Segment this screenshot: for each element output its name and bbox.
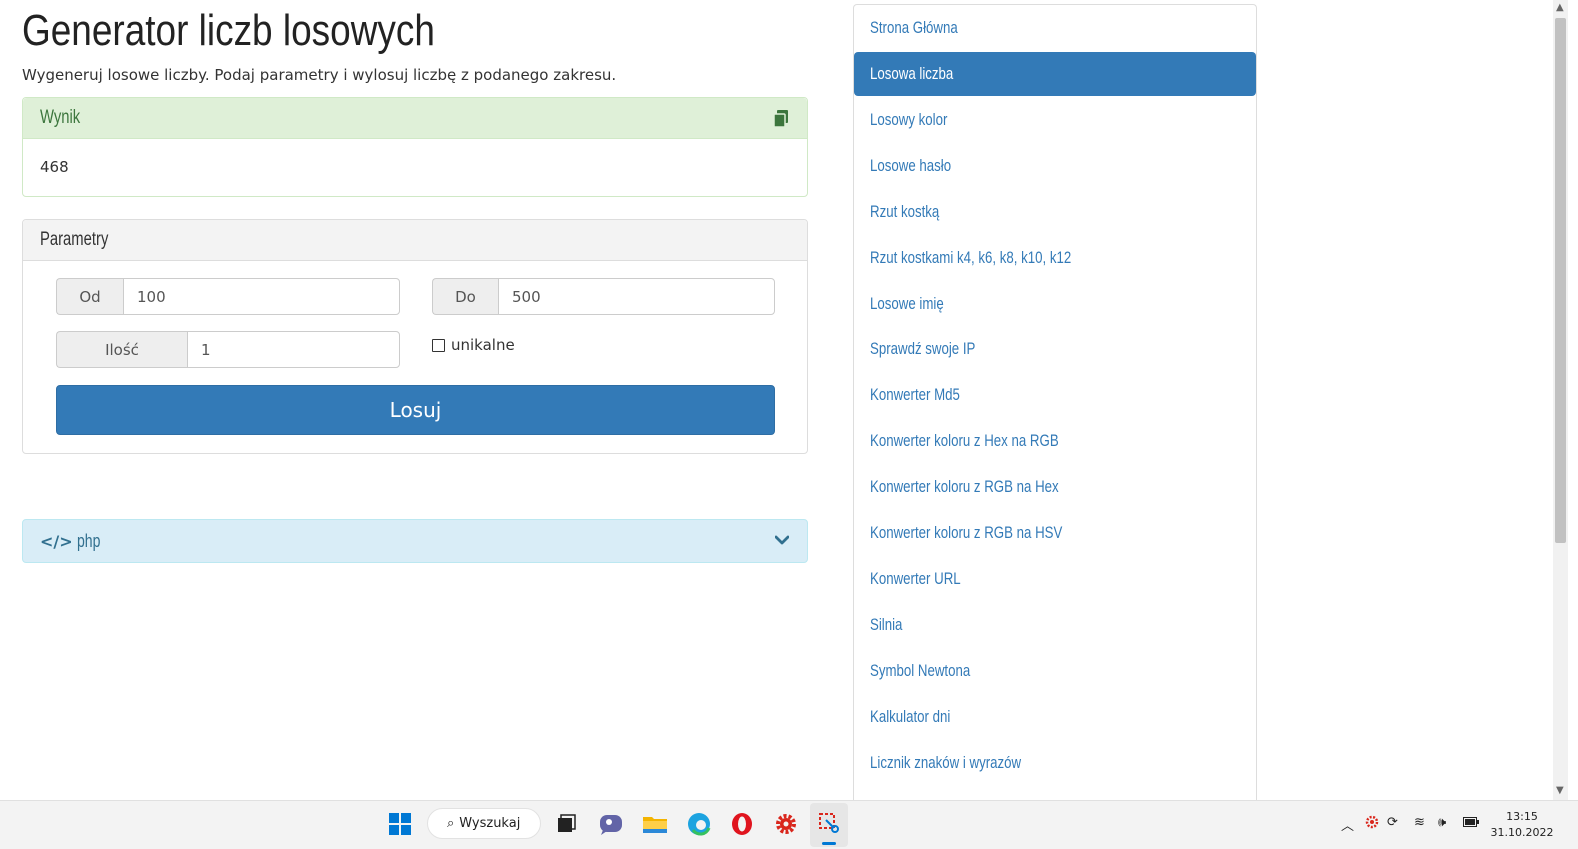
tray-sync-icon[interactable]: ⟳ <box>1387 815 1398 830</box>
task-view-icon[interactable] <box>552 810 580 838</box>
to-input-group: Do 500 <box>432 278 775 315</box>
clock-time: 13:15 <box>1506 810 1538 823</box>
from-input-group: Od 100 <box>56 278 400 315</box>
from-input[interactable]: 100 <box>123 278 400 315</box>
taskbar-clock[interactable]: 13:15 31.10.2022 <box>1490 809 1554 841</box>
tray-gear-icon[interactable] <box>1364 814 1380 830</box>
volume-icon[interactable]: 🕪 <box>1438 815 1446 830</box>
chat-icon[interactable] <box>597 810 625 838</box>
sidebar-nav-item-label: Konwerter koloru z RGB na HSV <box>870 523 1063 542</box>
snipping-tool-tile[interactable] <box>810 803 848 847</box>
sidebar-nav-item-label: Losowe imię <box>870 294 944 313</box>
sidebar-nav-item[interactable]: Konwerter koloru z RGB na Hex <box>854 465 1256 509</box>
sidebar-nav-item-label: Konwerter Md5 <box>870 385 960 404</box>
unique-checkbox[interactable] <box>432 338 445 352</box>
taskbar-search[interactable]: ⌕ Wyszukaj <box>427 808 541 839</box>
sidebar-nav-item-label: Losowy kolor <box>870 110 948 129</box>
sidebar-nav-item-label: Kalkulator dni <box>870 707 951 726</box>
page-subtitle: Wygeneruj losowe liczby. Podaj parametry… <box>22 66 617 84</box>
result-panel-heading: Wynik <box>23 98 807 139</box>
edge-icon[interactable] <box>685 810 713 838</box>
sidebar-nav-item[interactable]: Losowa liczba <box>854 52 1256 96</box>
scroll-down-arrow-icon[interactable]: ▼ <box>1556 785 1564 796</box>
parameters-panel-heading: Parametry <box>23 220 807 261</box>
settings-gear-icon[interactable] <box>772 810 800 838</box>
sidebar-nav-item[interactable]: Konwerter URL <box>854 557 1256 601</box>
sidebar-nav-item-label: Rzut kostką <box>870 202 940 221</box>
sidebar-nav-item[interactable]: Silnia <box>854 603 1256 647</box>
windows-start-icon[interactable] <box>386 810 414 838</box>
page-title: Generator liczb losowych <box>22 6 435 55</box>
taskbar-search-label: Wyszukaj <box>459 816 521 831</box>
draw-button[interactable]: Losuj <box>56 385 775 435</box>
sidebar-nav-item[interactable]: Licznik znaków i wyrazów <box>854 741 1256 785</box>
count-label: Ilość <box>56 331 187 368</box>
sidebar-nav-item-label: Strona Główna <box>870 18 958 37</box>
sidebar-nav-item[interactable]: Losowy kolor <box>854 98 1256 142</box>
result-value: 468 <box>40 158 69 176</box>
sidebar-nav-item-label: Rzut kostkami k4, k6, k8, k10, k12 <box>870 248 1072 267</box>
battery-icon[interactable] <box>1463 817 1479 827</box>
snipping-tool-icon <box>819 813 839 833</box>
code-icon: </> <box>40 531 73 551</box>
sidebar-nav-item[interactable]: Kalkulator dni <box>854 695 1256 739</box>
wifi-icon[interactable]: ≋ <box>1414 815 1425 830</box>
page-scrollbar[interactable]: ▲ ▼ <box>1553 0 1568 800</box>
sidebar-nav-item[interactable]: Konwerter koloru z Hex na RGB <box>854 419 1256 463</box>
sidebar-nav-item[interactable]: Losowe hasło <box>854 144 1256 188</box>
sidebar-nav-item[interactable]: Konwerter koloru z RGB na HSV <box>854 511 1256 555</box>
sidebar-nav-item-label: Losowa liczba <box>870 64 954 83</box>
unique-checkbox-label[interactable]: unikalne <box>432 336 515 354</box>
copy-icon[interactable] <box>773 110 789 128</box>
sidebar-nav-item[interactable]: Strona Główna <box>854 6 1256 50</box>
sidebar-nav-item[interactable]: Rzut kostkami k4, k6, k8, k10, k12 <box>854 236 1256 280</box>
sidebar-nav-item-label: Konwerter koloru z Hex na RGB <box>870 431 1059 450</box>
sidebar-nav-item-label: Licznik znaków i wyrazów <box>870 753 1022 772</box>
sidebar-nav-item-label: Konwerter koloru z RGB na Hex <box>870 477 1059 496</box>
from-label: Od <box>56 278 123 315</box>
sidebar-nav: Strona Główna Losowa liczba Losowy kolor Lo… <box>853 4 1257 804</box>
result-heading-label: Wynik <box>40 107 81 128</box>
sidebar-nav-item-label: Symbol Newtona <box>870 661 971 680</box>
sidebar-nav-item-label: Konwerter URL <box>870 569 961 588</box>
sidebar-nav-item-label: Silnia <box>870 615 903 634</box>
result-panel: Wynik 468 <box>22 97 808 197</box>
sidebar-nav-item[interactable]: Losowe imię <box>854 282 1256 326</box>
count-input-group: Ilość 1 <box>56 331 400 368</box>
parameters-heading-label: Parametry <box>40 229 109 250</box>
scrollbar-thumb[interactable] <box>1555 18 1566 543</box>
sidebar-nav-item[interactable]: Sprawdź swoje IP <box>854 327 1256 371</box>
to-input[interactable]: 500 <box>498 278 775 315</box>
scroll-up-arrow-icon[interactable]: ▲ <box>1556 2 1564 13</box>
chevron-down-icon[interactable] <box>775 533 789 547</box>
php-panel-label: php <box>76 530 101 551</box>
sidebar-nav-item[interactable]: Symbol Newtona <box>854 649 1256 693</box>
search-icon: ⌕ <box>447 816 455 831</box>
sidebar-nav-item[interactable]: Rzut kostką <box>854 190 1256 234</box>
windows-taskbar: ⌕ Wyszukaj ︿ ⟳ ≋ 🕪 13:15 31.10.2022 <box>0 800 1578 849</box>
active-app-indicator <box>822 842 836 845</box>
tray-chevron-up-icon[interactable]: ︿ <box>1341 815 1354 834</box>
to-label: Do <box>432 278 498 315</box>
opera-icon[interactable] <box>728 810 756 838</box>
php-code-panel[interactable]: </> php <box>22 519 808 563</box>
sidebar-nav-item[interactable]: Konwerter Md5 <box>854 373 1256 417</box>
sidebar-nav-item-label: Sprawdź swoje IP <box>870 339 976 358</box>
clock-date: 31.10.2022 <box>1490 826 1554 839</box>
unique-checkbox-text: unikalne <box>451 336 515 354</box>
file-explorer-icon[interactable] <box>641 810 669 838</box>
sidebar-nav-item-label: Losowe hasło <box>870 156 952 175</box>
count-input[interactable]: 1 <box>187 331 400 368</box>
